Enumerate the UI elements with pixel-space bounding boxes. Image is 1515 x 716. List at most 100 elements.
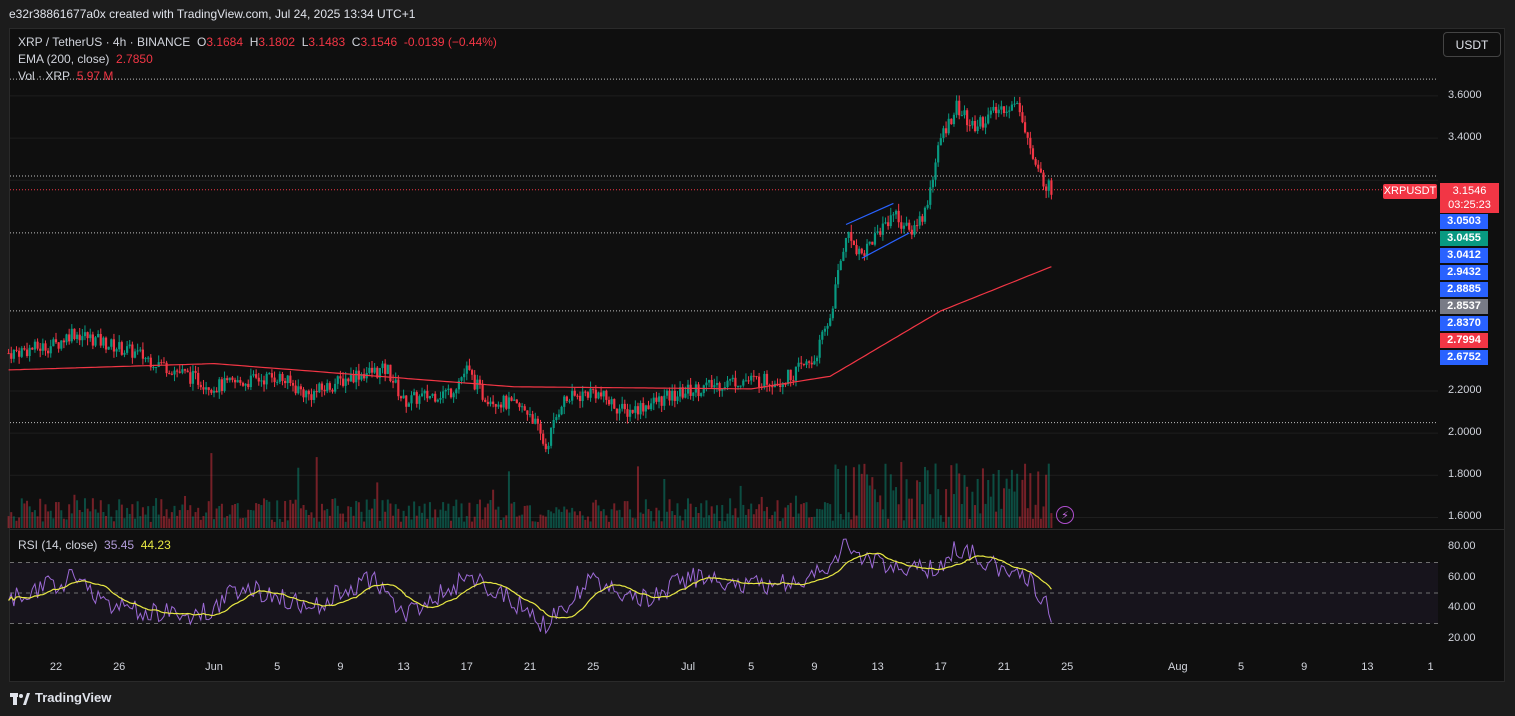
candle-body bbox=[865, 243, 869, 256]
volume-bar bbox=[895, 487, 898, 528]
volume-bar bbox=[505, 515, 508, 528]
candle-body bbox=[189, 372, 192, 384]
volume-bar bbox=[18, 517, 21, 528]
chart-canvas[interactable] bbox=[0, 0, 1515, 716]
candle-body bbox=[312, 391, 316, 400]
volume-value: 5.97 M bbox=[76, 69, 114, 83]
volume-bar bbox=[215, 508, 218, 528]
candle-body bbox=[49, 346, 52, 354]
volume-bar bbox=[73, 494, 76, 528]
volume-bar bbox=[478, 499, 481, 528]
volume-bar bbox=[450, 520, 452, 528]
volume-bar bbox=[191, 516, 194, 528]
candle-body bbox=[510, 397, 513, 401]
candle-body bbox=[573, 390, 576, 396]
footer-brand[interactable]: TradingView bbox=[10, 690, 111, 705]
candle-body bbox=[444, 389, 447, 392]
volume-bar bbox=[89, 511, 92, 528]
time-axis-label: 21 bbox=[523, 661, 537, 673]
volume-bar bbox=[647, 509, 650, 528]
candle-body bbox=[634, 406, 637, 413]
volume-bar bbox=[742, 504, 745, 528]
rsi-legend[interactable]: RSI (14, close) 35.45 44.23 bbox=[18, 538, 171, 552]
volume-bar bbox=[421, 512, 424, 528]
candle-body bbox=[881, 223, 884, 235]
candle-body bbox=[157, 362, 160, 367]
candle-body bbox=[863, 253, 866, 256]
volume-bar bbox=[831, 520, 834, 528]
candle-body bbox=[976, 126, 979, 132]
volume-bar bbox=[39, 498, 42, 528]
candle-body bbox=[826, 325, 829, 329]
candle-body bbox=[128, 344, 131, 347]
candle-body bbox=[65, 334, 68, 343]
ema-legend[interactable]: EMA (200, close) 2.7850 bbox=[18, 52, 153, 66]
volume-bar bbox=[892, 490, 895, 528]
volume-bar bbox=[112, 521, 115, 528]
candle-body bbox=[526, 410, 529, 415]
candle-body bbox=[118, 342, 121, 350]
volume-bar bbox=[439, 509, 442, 528]
volume-bar bbox=[976, 478, 979, 528]
candle-body bbox=[492, 401, 495, 405]
volume-bar bbox=[228, 514, 231, 528]
candle-body bbox=[1039, 168, 1042, 173]
candle-body bbox=[463, 373, 466, 378]
candle-body bbox=[497, 404, 500, 407]
candle-body bbox=[489, 401, 492, 405]
volume-bar bbox=[581, 515, 584, 528]
candle-body bbox=[81, 336, 84, 341]
volume-bar bbox=[584, 519, 587, 528]
volume-bar bbox=[284, 501, 287, 528]
volume-bar bbox=[15, 520, 18, 528]
candle-body bbox=[154, 366, 158, 368]
candle-body bbox=[560, 406, 563, 415]
candle-body bbox=[104, 337, 108, 350]
volume-bar bbox=[413, 501, 416, 528]
volume-bar bbox=[816, 508, 819, 528]
candle-body bbox=[25, 349, 29, 356]
volume-bar bbox=[281, 521, 284, 528]
symbol-label[interactable]: XRP / TetherUS · 4h · BINANCE bbox=[18, 35, 190, 49]
candle-body bbox=[821, 331, 824, 340]
candle-body bbox=[779, 385, 782, 388]
volume-bar bbox=[644, 499, 647, 528]
currency-button[interactable]: USDT bbox=[1443, 32, 1501, 57]
candle-body bbox=[33, 341, 37, 350]
trendline bbox=[845, 202, 894, 226]
volume-legend[interactable]: Vol · XRP 5.97 M bbox=[18, 69, 113, 83]
volume-bar bbox=[265, 499, 268, 528]
volume-bar bbox=[386, 499, 389, 528]
candle-body bbox=[260, 380, 263, 382]
candle-body bbox=[973, 120, 977, 132]
candle-body bbox=[1000, 106, 1003, 110]
volume-bar bbox=[995, 511, 998, 528]
volume-bar bbox=[463, 521, 466, 528]
volume-bar bbox=[729, 498, 732, 528]
volume-bar bbox=[389, 503, 392, 528]
candle-body bbox=[707, 380, 711, 383]
volume-bar bbox=[176, 515, 179, 528]
volume-bar bbox=[149, 521, 152, 528]
candle-body bbox=[995, 106, 998, 114]
candle-body bbox=[997, 109, 1000, 114]
candle-body bbox=[281, 373, 284, 381]
lightning-icon[interactable]: ⚡ bbox=[1056, 506, 1074, 524]
candle-body bbox=[979, 117, 982, 127]
candle-body bbox=[391, 381, 395, 383]
candle-body bbox=[302, 389, 305, 398]
volume-bar bbox=[779, 521, 782, 528]
volume-bar bbox=[784, 507, 787, 528]
price-axis-label: 3.4000 bbox=[1448, 131, 1482, 144]
candle-body bbox=[576, 395, 579, 397]
candle-body bbox=[823, 328, 827, 332]
volume-bar bbox=[49, 510, 52, 528]
volume-bar bbox=[797, 513, 800, 528]
candle-body bbox=[518, 403, 521, 408]
candle-body bbox=[602, 390, 605, 397]
candle-body bbox=[284, 380, 287, 384]
volume-bar bbox=[863, 463, 866, 528]
volume-bar bbox=[868, 485, 871, 528]
volume-bar bbox=[99, 500, 102, 528]
ema-label: EMA (200, close) bbox=[18, 52, 110, 66]
